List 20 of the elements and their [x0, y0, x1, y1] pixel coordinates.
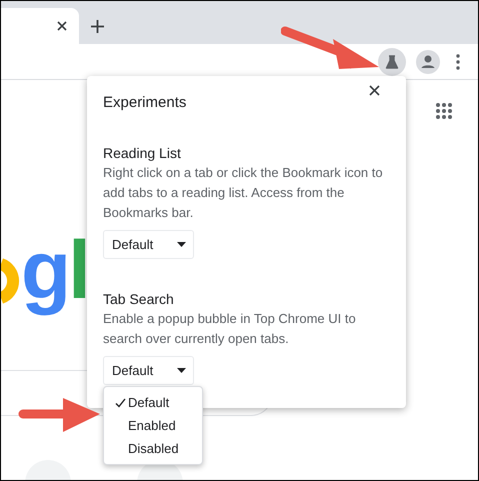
- panel-title: Experiments: [103, 94, 186, 111]
- logo-fragment-drawing: [1, 258, 21, 304]
- close-icon[interactable]: [57, 21, 67, 31]
- menu-option[interactable]: Default: [104, 391, 202, 414]
- experiment-title: Tab Search: [103, 291, 175, 307]
- menu-option[interactable]: Enabled: [104, 414, 202, 437]
- menu-icon[interactable]: [456, 54, 460, 70]
- dropdown-select[interactable]: Default: [103, 356, 194, 385]
- dropdown-select[interactable]: Default: [103, 230, 194, 259]
- experiment-description: Enable a popup bubble in Top Chrome UI to search over currently open tabs.: [103, 310, 357, 348]
- close-icon[interactable]: [369, 85, 380, 96]
- experiment-title: Reading List: [103, 145, 182, 161]
- new-tab-icon[interactable]: [91, 20, 104, 33]
- avatar-icon[interactable]: [416, 50, 440, 74]
- apps-grid-icon[interactable]: [435, 102, 453, 120]
- caret-icon: [177, 368, 186, 373]
- caret-icon: [177, 242, 186, 247]
- menu-option[interactable]: Disabled: [104, 437, 202, 460]
- flask-icon[interactable]: [378, 48, 406, 76]
- experiment-description: Right click on a tab or click the Bookmark icon to add tabs to a reading list. Access from the Bookmarks bar.: [103, 164, 383, 222]
